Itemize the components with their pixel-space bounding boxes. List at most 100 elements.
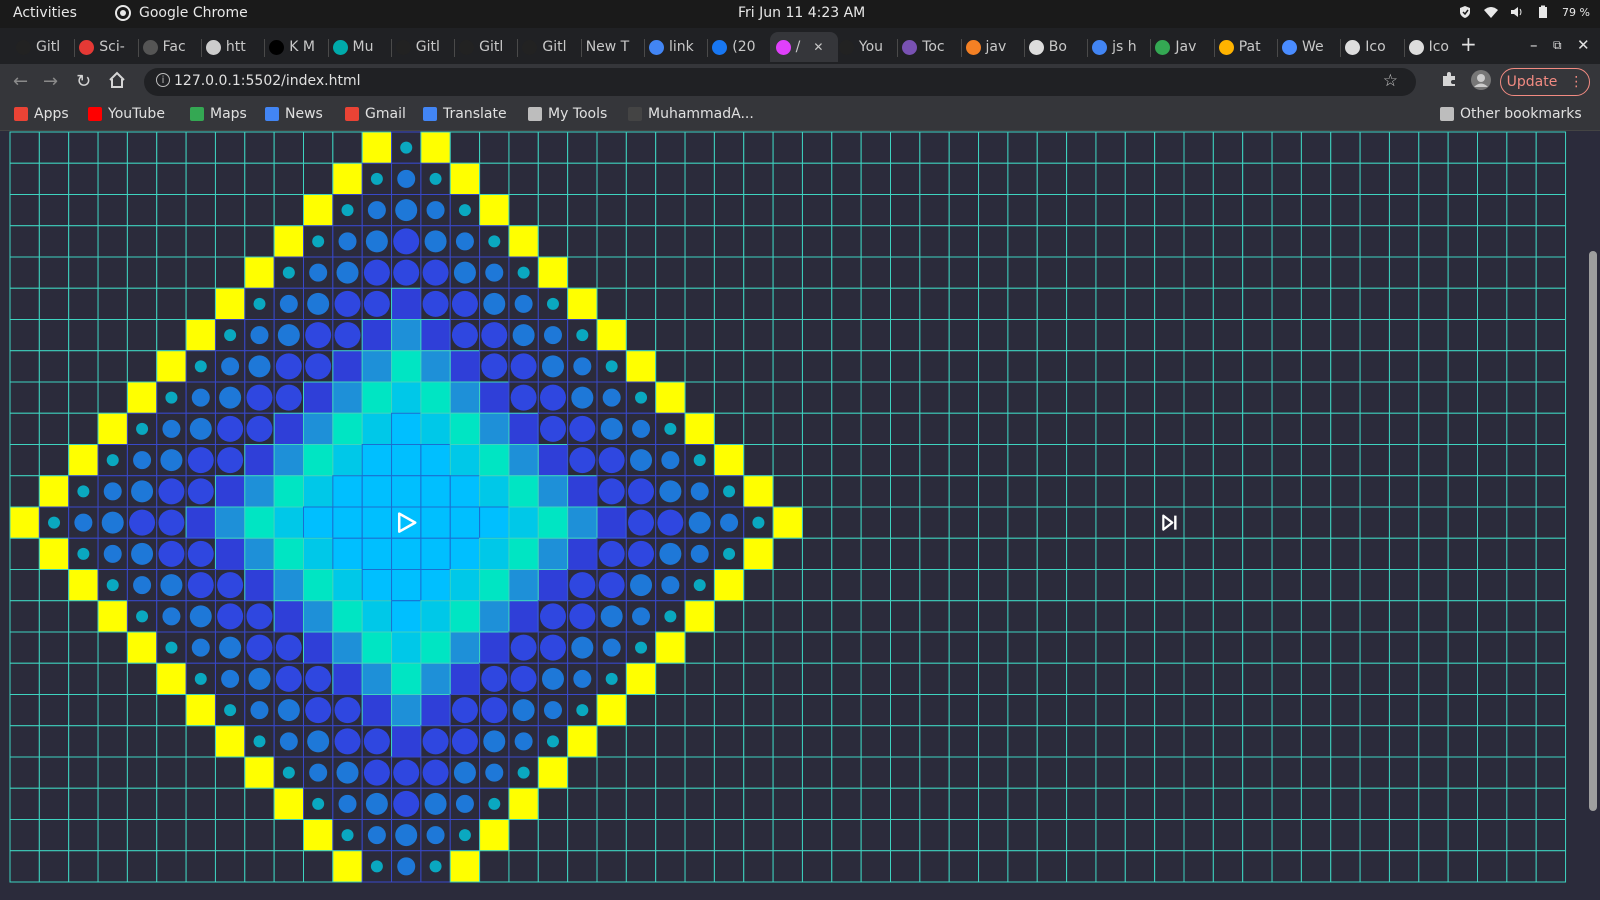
grid-cell[interactable]	[9, 662, 40, 695]
grid-cell[interactable]	[1212, 506, 1244, 539]
grid-cell[interactable]	[1212, 256, 1244, 289]
grid-cell[interactable]	[508, 131, 539, 164]
grid-cell[interactable]	[978, 850, 1009, 883]
grid-cell[interactable]	[1535, 256, 1567, 289]
grid-cell[interactable]	[68, 350, 99, 383]
grid-cell[interactable]	[1095, 412, 1126, 445]
visited-cell[interactable]	[479, 381, 510, 414]
grid-cell[interactable]	[1477, 162, 1508, 195]
grid-cell[interactable]	[978, 537, 1009, 570]
visited-cell[interactable]	[391, 319, 422, 352]
grid-cell[interactable]	[948, 256, 980, 289]
grid-cell[interactable]	[743, 287, 774, 320]
grid-cell[interactable]	[1506, 787, 1537, 820]
forward-button[interactable]: →	[43, 71, 58, 92]
grid-cell[interactable]	[596, 131, 627, 164]
visited-cell[interactable]	[420, 506, 451, 539]
grid-cell[interactable]	[1271, 162, 1302, 195]
grid-cell[interactable]	[684, 319, 715, 352]
grid-cell[interactable]	[185, 819, 216, 852]
grid-cell[interactable]	[1066, 412, 1097, 445]
grid-cell[interactable]	[1447, 162, 1479, 195]
grid-cell[interactable]	[1007, 225, 1038, 258]
grid-cell[interactable]	[1418, 631, 1449, 664]
tab-1[interactable]: Sci-	[79, 32, 134, 62]
tab-16[interactable]: Bo	[1028, 32, 1084, 62]
grid-cell[interactable]	[156, 756, 187, 789]
bookmark-3[interactable]: News	[265, 106, 323, 122]
visited-cell[interactable]	[479, 569, 510, 602]
grid-cell[interactable]	[273, 131, 304, 164]
grid-cell[interactable]	[1477, 506, 1508, 539]
visited-cell[interactable]	[332, 475, 363, 508]
grid-cell[interactable]	[1447, 319, 1479, 352]
grid-cell[interactable]	[1506, 350, 1537, 383]
grid-cell[interactable]	[537, 819, 569, 852]
grid-cell[interactable]	[1007, 537, 1038, 570]
visited-cell[interactable]	[537, 475, 569, 508]
grid-cell[interactable]	[1242, 225, 1273, 258]
grid-cell[interactable]	[1212, 756, 1244, 789]
grid-cell[interactable]	[1300, 787, 1332, 820]
grid-cell[interactable]	[1095, 662, 1126, 695]
grid-cell[interactable]	[1330, 850, 1361, 883]
grid-cell[interactable]	[1124, 319, 1156, 352]
grid-cell[interactable]	[684, 819, 715, 852]
visited-cell[interactable]	[537, 537, 569, 570]
grid-cell[interactable]	[273, 194, 304, 227]
grid-cell[interactable]	[1242, 850, 1273, 883]
reload-button[interactable]: ↻	[76, 71, 91, 92]
grid-cell[interactable]	[948, 725, 980, 758]
grid-cell[interactable]	[1271, 850, 1302, 883]
frontier-cell[interactable]	[214, 725, 246, 758]
grid-cell[interactable]	[1271, 725, 1302, 758]
grid-cell[interactable]	[831, 600, 862, 633]
grid-cell[interactable]	[948, 412, 980, 445]
grid-cell[interactable]	[890, 350, 921, 383]
grid-cell[interactable]	[508, 194, 539, 227]
visited-cell[interactable]	[391, 412, 422, 445]
grid-cell[interactable]	[1359, 631, 1390, 664]
grid-cell[interactable]	[1388, 412, 1420, 445]
frontier-cell[interactable]	[713, 444, 745, 477]
grid-cell[interactable]	[978, 131, 1009, 164]
grid-cell[interactable]	[860, 819, 892, 852]
grid-cell[interactable]	[508, 162, 539, 195]
visited-cell[interactable]	[420, 569, 451, 602]
frontier-cell[interactable]	[625, 350, 657, 383]
grid-cell[interactable]	[1535, 131, 1567, 164]
grid-cell[interactable]	[126, 225, 158, 258]
grid-cell[interactable]	[38, 662, 70, 695]
grid-cell[interactable]	[1535, 600, 1567, 633]
grid-cell[interactable]	[1388, 756, 1420, 789]
grid-cell[interactable]	[1007, 287, 1038, 320]
grid-cell[interactable]	[1154, 631, 1185, 664]
grid-cell[interactable]	[655, 756, 686, 789]
grid-cell[interactable]	[1154, 162, 1185, 195]
visited-cell[interactable]	[303, 569, 334, 602]
grid-cell[interactable]	[1300, 194, 1332, 227]
grid-cell[interactable]	[537, 225, 569, 258]
grid-cell[interactable]	[1418, 225, 1449, 258]
grid-cell[interactable]	[1506, 631, 1537, 664]
grid-cell[interactable]	[713, 162, 745, 195]
grid-cell[interactable]	[772, 569, 803, 602]
grid-cell[interactable]	[1124, 756, 1156, 789]
grid-cell[interactable]	[1300, 569, 1332, 602]
grid-cell[interactable]	[68, 319, 99, 352]
grid-cell[interactable]	[1535, 725, 1567, 758]
grid-cell[interactable]	[9, 694, 40, 727]
grid-cell[interactable]	[68, 850, 99, 883]
grid-cell[interactable]	[1036, 537, 1068, 570]
visited-cell[interactable]	[391, 725, 422, 758]
grid-cell[interactable]	[801, 287, 833, 320]
grid-cell[interactable]	[801, 194, 833, 227]
grid-cell[interactable]	[1359, 225, 1390, 258]
grid-cell[interactable]	[1242, 506, 1273, 539]
grid-cell[interactable]	[303, 850, 334, 883]
grid-cell[interactable]	[9, 475, 40, 508]
grid-cell[interactable]	[126, 194, 158, 227]
grid-cell[interactable]	[1300, 444, 1332, 477]
grid-cell[interactable]	[948, 475, 980, 508]
grid-cell[interactable]	[713, 756, 745, 789]
